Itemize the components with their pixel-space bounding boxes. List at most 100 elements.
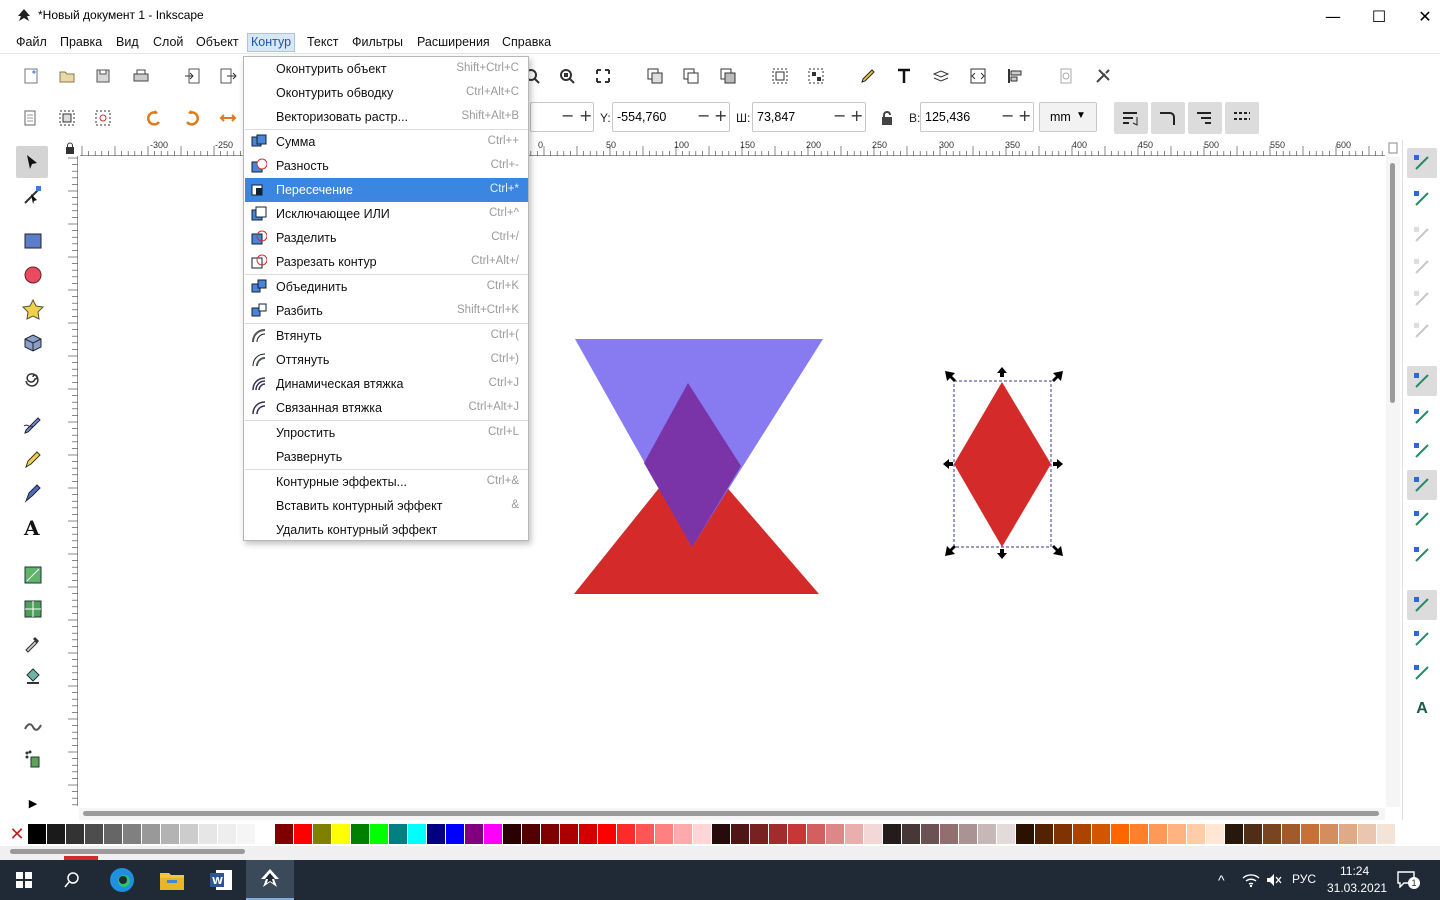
clock-time[interactable]: 11:24 xyxy=(1340,864,1369,878)
color-swatch[interactable] xyxy=(1149,824,1167,844)
scale-stroke-toggle[interactable] xyxy=(1114,102,1148,134)
x-increment-button[interactable]: + xyxy=(579,106,592,125)
y-coordinate-field[interactable]: -554,760 − + xyxy=(612,102,730,132)
flip-horizontal-button[interactable] xyxy=(215,105,241,131)
open-button[interactable] xyxy=(54,63,80,89)
color-swatch[interactable] xyxy=(731,824,749,844)
paint-bucket-tool[interactable] xyxy=(20,664,46,690)
snap-toggle[interactable] xyxy=(1407,316,1437,346)
select-all-layers-button[interactable] xyxy=(54,105,80,131)
color-swatch[interactable] xyxy=(826,824,844,844)
file-explorer-button[interactable] xyxy=(148,860,196,900)
color-swatch[interactable] xyxy=(332,824,350,844)
path-menu-item[interactable]: Исключающее ИЛИ Ctrl+^ xyxy=(245,202,528,226)
snap-toggle[interactable] xyxy=(1407,470,1437,500)
path-menu-item[interactable]: Разбить Shift+Ctrl+K xyxy=(245,299,528,323)
height-decrement-button[interactable]: − xyxy=(1001,106,1014,125)
selected-rhombus[interactable] xyxy=(954,382,1051,547)
snap-toggle[interactable] xyxy=(1407,504,1437,534)
notifications-button[interactable]: 1 xyxy=(1396,870,1420,890)
snap-toggle[interactable] xyxy=(1407,590,1437,620)
path-menu-item[interactable]: Векторизовать растр... Shift+Alt+B xyxy=(245,105,528,129)
color-swatch[interactable] xyxy=(1111,824,1129,844)
group-button[interactable] xyxy=(767,63,793,89)
snap-toggle[interactable] xyxy=(1407,624,1437,654)
x-coordinate-field[interactable]: − + xyxy=(530,102,594,132)
menu-layer[interactable]: Слой xyxy=(153,35,183,49)
color-swatch[interactable] xyxy=(465,824,483,844)
ruler-lock-button[interactable] xyxy=(60,140,80,156)
color-swatch[interactable] xyxy=(218,824,236,844)
corner-toggle[interactable] xyxy=(1385,140,1401,156)
snap-toggle[interactable] xyxy=(1407,184,1437,214)
text-tool[interactable]: A xyxy=(20,514,46,540)
color-swatch[interactable] xyxy=(294,824,312,844)
ungroup-button[interactable] xyxy=(803,63,829,89)
snap-toggle[interactable] xyxy=(1407,284,1437,314)
mesh-tool[interactable] xyxy=(20,596,46,622)
path-menu-item[interactable]: Разрезать контур Ctrl+Alt+/ xyxy=(245,250,528,274)
ellipse-tool[interactable] xyxy=(20,262,46,288)
color-swatch[interactable] xyxy=(1206,824,1224,844)
color-swatch[interactable] xyxy=(541,824,559,844)
word-button[interactable]: W xyxy=(197,860,245,900)
fill-stroke-button[interactable] xyxy=(855,63,881,89)
color-swatch[interactable] xyxy=(1073,824,1091,844)
close-button[interactable]: ✕ xyxy=(1402,0,1440,32)
color-swatch[interactable] xyxy=(1301,824,1319,844)
path-menu-item[interactable]: Объединить Ctrl+K xyxy=(245,275,528,299)
snap-toggle[interactable] xyxy=(1407,148,1437,178)
color-swatch[interactable] xyxy=(389,824,407,844)
width-decrement-button[interactable]: − xyxy=(833,106,846,125)
menu-text[interactable]: Текст xyxy=(307,35,338,49)
vertical-scrollbar[interactable] xyxy=(1386,157,1400,807)
menu-path[interactable]: Контур xyxy=(247,33,296,52)
color-swatch[interactable] xyxy=(161,824,179,844)
color-swatch[interactable] xyxy=(560,824,578,844)
color-swatch[interactable] xyxy=(807,824,825,844)
more-tools-button[interactable]: ▶ xyxy=(20,790,46,816)
height-field[interactable]: 125,436 − + xyxy=(920,102,1034,132)
color-swatch[interactable] xyxy=(104,824,122,844)
spray-tool[interactable] xyxy=(20,746,46,772)
color-swatch[interactable] xyxy=(1358,824,1376,844)
show-hidden-icons-button[interactable]: ^ xyxy=(1218,872,1225,888)
color-swatch[interactable] xyxy=(1377,824,1395,844)
snap-toggle[interactable] xyxy=(1407,436,1437,466)
scale-corners-toggle[interactable] xyxy=(1151,102,1185,134)
color-swatch[interactable] xyxy=(693,824,711,844)
snap-toggle[interactable]: A xyxy=(1407,694,1437,724)
color-swatch[interactable] xyxy=(940,824,958,844)
menu-file[interactable]: Файл xyxy=(16,35,47,49)
volume-muted-icon[interactable] xyxy=(1265,872,1283,888)
node-tool[interactable] xyxy=(20,182,46,208)
path-menu-item[interactable]: Втянуть Ctrl+( xyxy=(245,324,528,348)
color-swatch[interactable] xyxy=(845,824,863,844)
color-swatch[interactable] xyxy=(275,824,293,844)
menu-help[interactable]: Справка xyxy=(502,35,551,49)
edge-button[interactable] xyxy=(98,860,146,900)
maximize-button[interactable]: ☐ xyxy=(1356,0,1402,32)
import-button[interactable] xyxy=(180,63,206,89)
color-swatch[interactable] xyxy=(28,824,46,844)
color-swatch[interactable] xyxy=(1282,824,1300,844)
color-swatch[interactable] xyxy=(788,824,806,844)
transform-gradients-toggle[interactable] xyxy=(1188,102,1222,134)
color-swatch[interactable] xyxy=(1244,824,1262,844)
color-swatch[interactable] xyxy=(1187,824,1205,844)
path-menu-item[interactable]: Динамическая втяжка Ctrl+J xyxy=(245,372,528,396)
snap-toggle[interactable] xyxy=(1407,252,1437,282)
tweak-tool[interactable] xyxy=(20,712,46,738)
print-button[interactable] xyxy=(128,63,154,89)
vertical-scroll-thumb[interactable] xyxy=(1390,163,1395,403)
color-swatch[interactable] xyxy=(750,824,768,844)
select-all-button[interactable] xyxy=(17,105,43,131)
rotate-cw-button[interactable] xyxy=(179,105,205,131)
color-swatch[interactable] xyxy=(674,824,692,844)
path-menu-item[interactable]: Связанная втяжка Ctrl+Alt+J xyxy=(245,396,528,420)
color-swatch[interactable] xyxy=(1320,824,1338,844)
color-swatch[interactable] xyxy=(256,824,274,844)
x-decrement-button[interactable]: − xyxy=(561,106,574,125)
path-menu-item[interactable]: Оттянуть Ctrl+) xyxy=(245,348,528,372)
lock-proportions-button[interactable] xyxy=(874,105,900,131)
